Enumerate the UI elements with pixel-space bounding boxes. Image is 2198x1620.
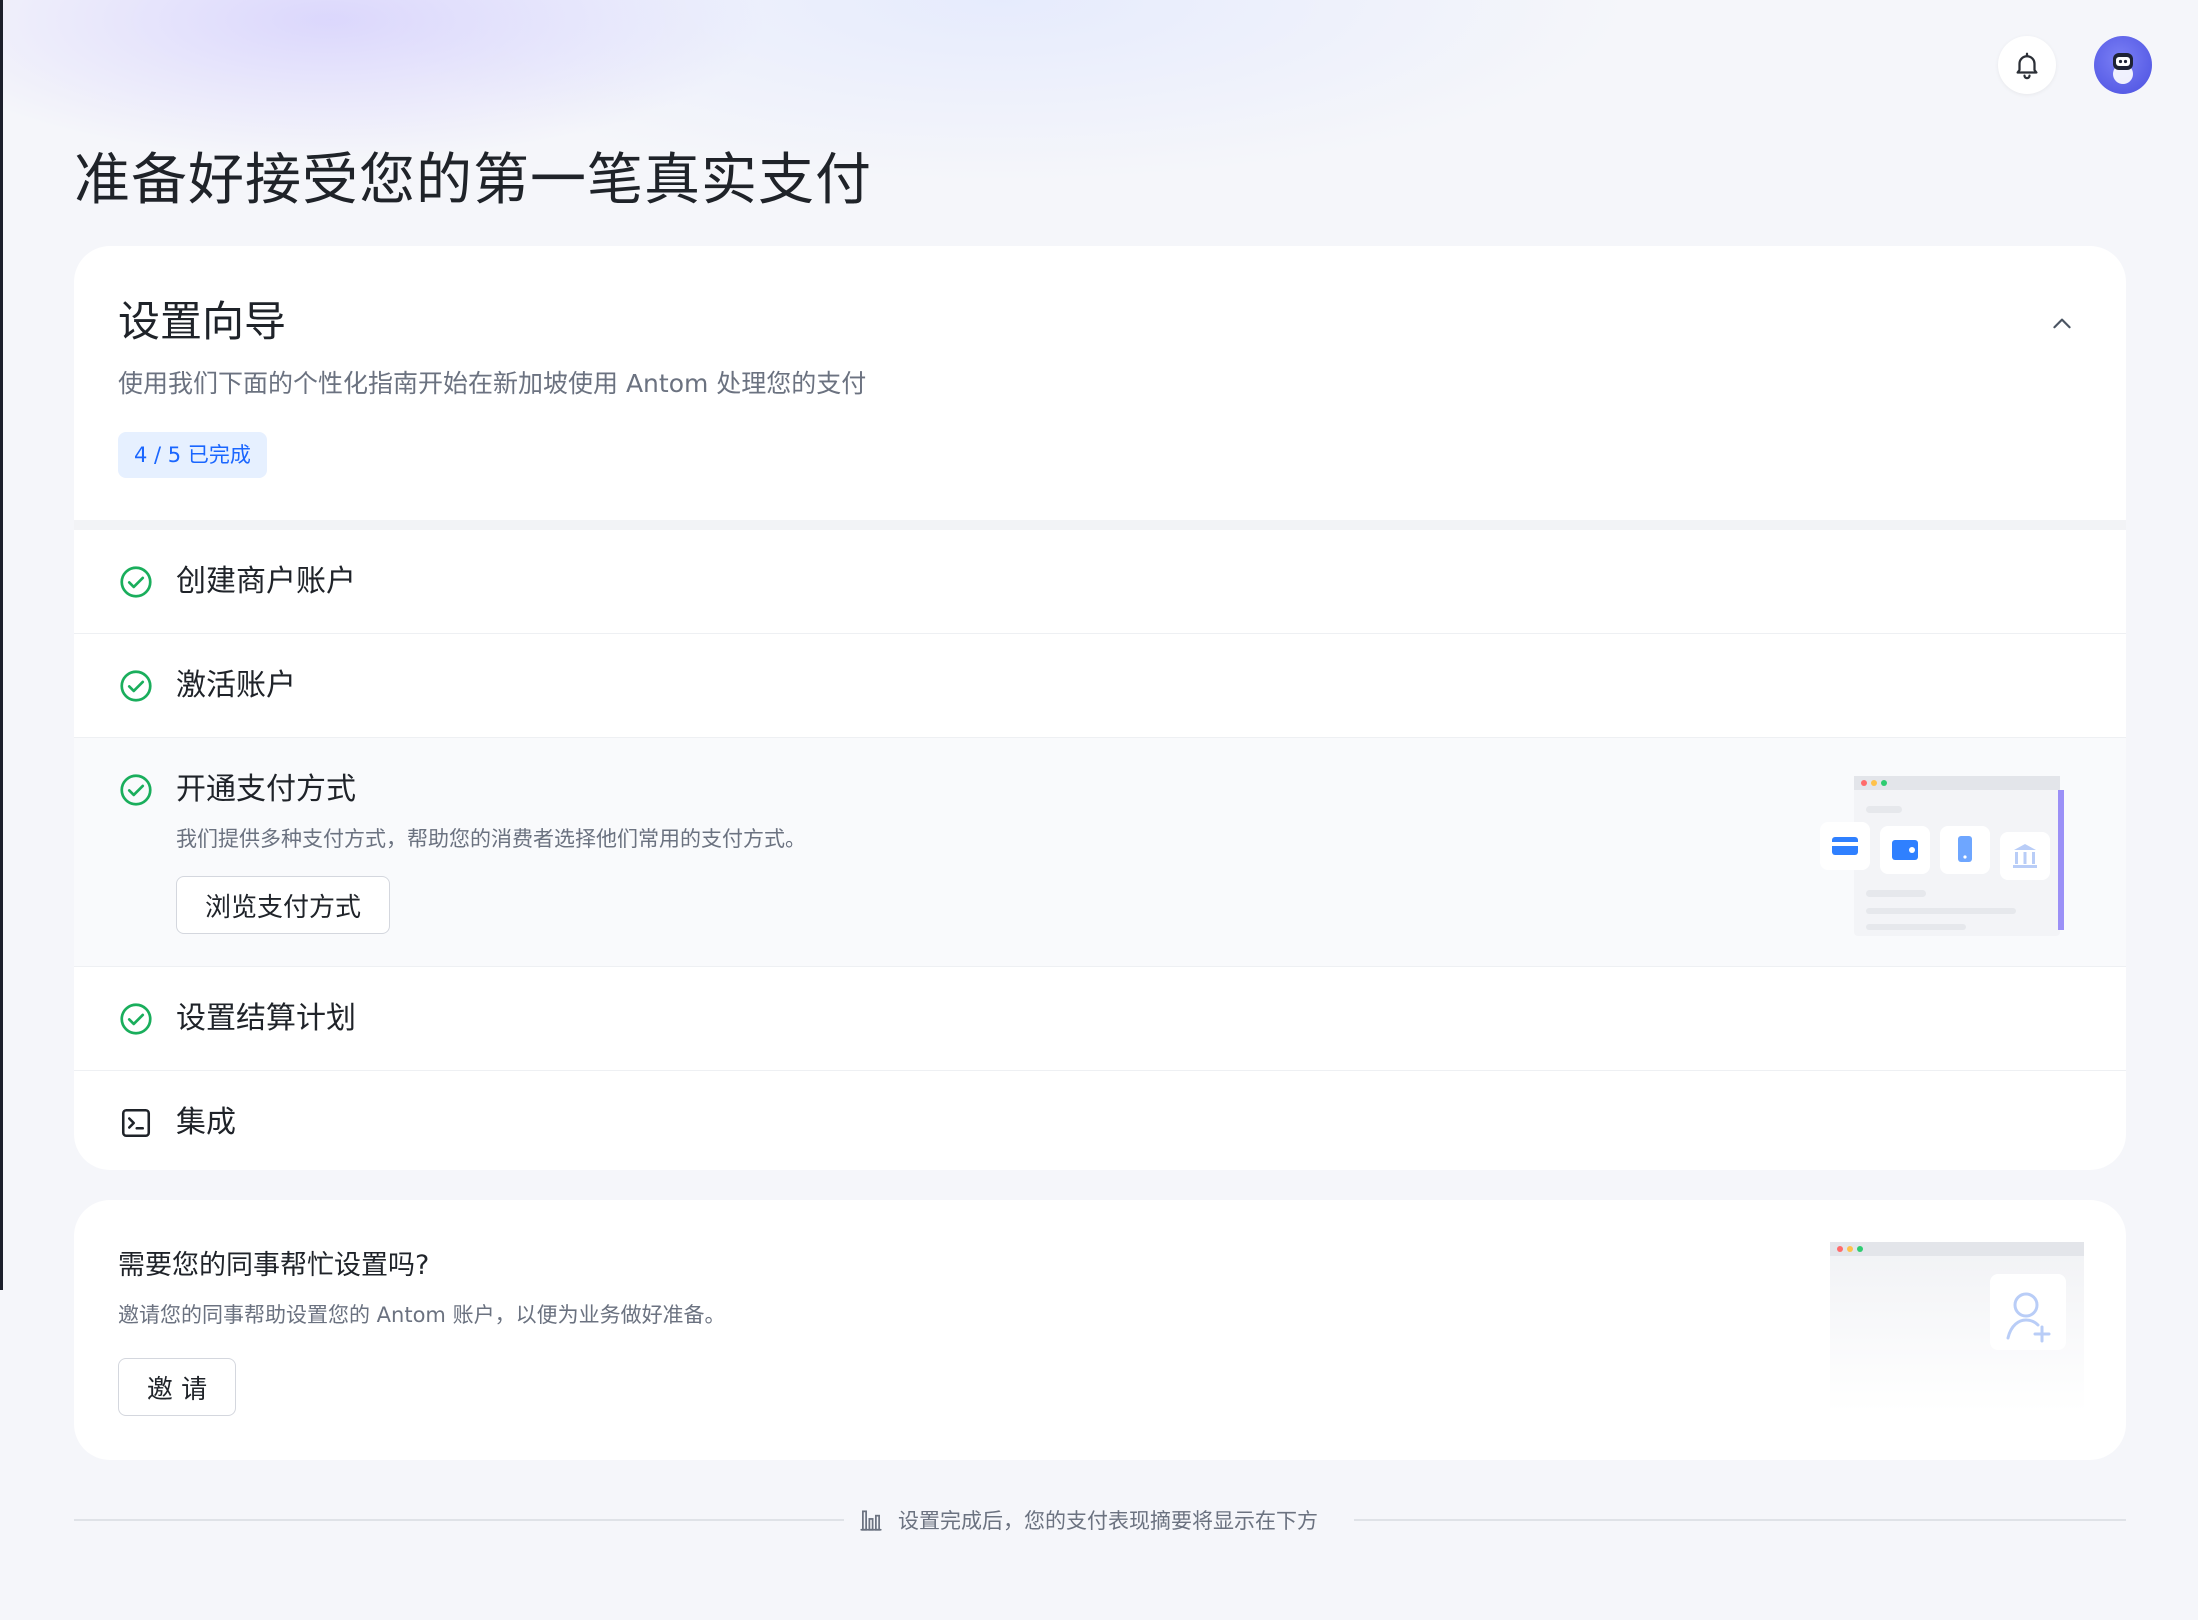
step-description: 我们提供多种支付方式，帮助您的消费者选择他们常用的支付方式。 (176, 827, 806, 851)
payment-methods-illustration (1820, 776, 2064, 936)
step-create-merchant-account[interactable]: 创建商户账户 (74, 530, 2126, 634)
step-activate-account[interactable]: 激活账户 (74, 634, 2126, 738)
check-circle-icon (120, 1003, 152, 1035)
setup-wizard-header: 设置向导 使用我们下面的个性化指南开始在新加坡使用 Antom 处理您的支付 4… (74, 246, 2126, 520)
footer-divider-left (74, 1519, 844, 1521)
setup-wizard-card: 设置向导 使用我们下面的个性化指南开始在新加坡使用 Antom 处理您的支付 4… (74, 246, 2126, 1170)
page-title: 准备好接受您的第一笔真实支付 (74, 148, 872, 213)
step-enable-payment-methods[interactable]: 开通支付方式 我们提供多种支付方式，帮助您的消费者选择他们常用的支付方式。 浏览… (74, 738, 2126, 967)
invite-user-illustration (1830, 1242, 2084, 1412)
footer-note: 设置完成后，您的支付表现摘要将显示在下方 (74, 1500, 2126, 1540)
browse-payment-methods-button[interactable]: 浏览支付方式 (176, 876, 390, 934)
robot-avatar-icon (2113, 53, 2133, 84)
check-circle-icon (120, 774, 152, 806)
progress-badge: 4 / 5 已完成 (118, 432, 267, 478)
invite-button[interactable]: 邀 请 (118, 1358, 236, 1416)
notifications-button[interactable] (1998, 36, 2056, 94)
footer-text: 设置完成后，您的支付表现摘要将显示在下方 (898, 1509, 1318, 1533)
step-label: 创建商户账户 (176, 564, 356, 599)
invite-description: 邀请您的同事帮助设置您的 Antom 账户，以便为业务做好准备。 (118, 1303, 726, 1327)
check-circle-icon (120, 670, 152, 702)
step-label: 开通支付方式 (176, 772, 356, 807)
step-label: 集成 (176, 1105, 236, 1140)
step-label: 设置结算计划 (176, 1001, 356, 1036)
bell-icon (2016, 52, 2038, 80)
terminal-icon (121, 1108, 151, 1138)
section-divider (74, 520, 2126, 530)
chevron-up-icon (2053, 318, 2071, 329)
step-settlement-plan[interactable]: 设置结算计划 (74, 967, 2126, 1071)
collapse-wizard-button[interactable] (2044, 306, 2080, 342)
invite-title: 需要您的同事帮忙设置吗? (118, 1250, 430, 1281)
step-integration[interactable]: 集成 (74, 1071, 2126, 1170)
footer-center: 设置完成后，您的支付表现摘要将显示在下方 (858, 1500, 1318, 1540)
wizard-title: 设置向导 (118, 297, 287, 346)
footer-divider-right (1354, 1519, 2126, 1521)
invite-colleague-card: 需要您的同事帮忙设置吗? 邀请您的同事帮助设置您的 Antom 账户，以便为业务… (74, 1200, 2126, 1460)
wizard-subtitle: 使用我们下面的个性化指南开始在新加坡使用 Antom 处理您的支付 (118, 369, 867, 398)
check-circle-icon (120, 566, 152, 598)
bar-chart-icon (860, 1510, 882, 1531)
window-edge (0, 0, 3, 1290)
step-label: 激活账户 (176, 668, 296, 703)
user-avatar-button[interactable] (2094, 36, 2152, 94)
